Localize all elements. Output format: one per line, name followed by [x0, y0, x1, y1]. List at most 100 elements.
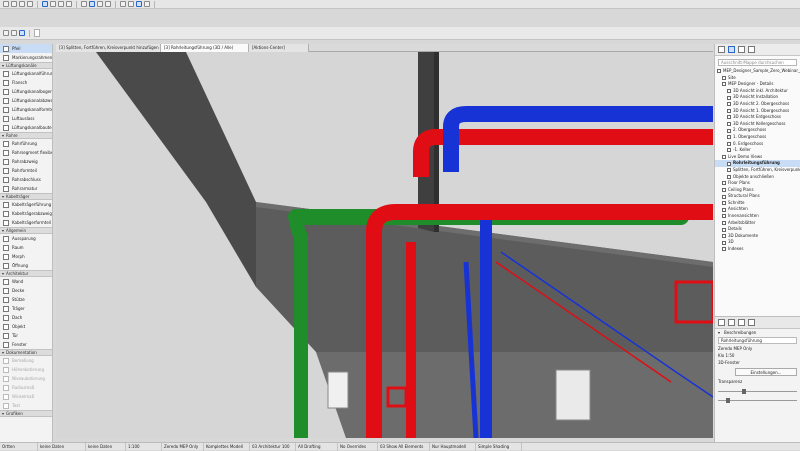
tool-item[interactable]: Morph	[0, 252, 52, 261]
marquee-icon[interactable]	[58, 1, 64, 7]
tool-item[interactable]: Öffnung	[0, 261, 52, 270]
tool-item[interactable]: Tür	[0, 331, 52, 340]
toolbox-group[interactable]: ▾ Grafiken	[0, 410, 52, 417]
zoom-icon[interactable]	[81, 1, 87, 7]
navigator-item[interactable]: Innenansichten	[715, 213, 800, 220]
tool-item[interactable]: Rohrführung	[0, 139, 52, 148]
settings-icon[interactable]	[128, 1, 134, 7]
navigator-item[interactable]: 3D Dokumente	[715, 233, 800, 240]
navigator-item[interactable]: Details	[715, 226, 800, 233]
tool-item[interactable]: Lüftungskanalbogen	[0, 87, 52, 96]
tool-item[interactable]: Lüftungskanalformteil	[0, 105, 52, 114]
tool-item[interactable]: Aussparung	[0, 234, 52, 243]
3d-viewport[interactable]	[56, 52, 713, 438]
navigator-item[interactable]: Live Demo Views	[715, 154, 800, 161]
navigator-item[interactable]: 3D Ansicht Kellergeschoss	[715, 121, 800, 128]
render-icon[interactable]	[136, 1, 142, 7]
navigator-item[interactable]: 3D Ansicht Installation	[715, 94, 800, 101]
grid-icon[interactable]	[11, 30, 17, 36]
navigator-item[interactable]: 2. Obergeschoss	[715, 127, 800, 134]
snap-icon[interactable]	[19, 30, 25, 36]
tool-item[interactable]: Lüftungskanalabzweig	[0, 96, 52, 105]
navigator-item[interactable]: Schnitte	[715, 200, 800, 207]
tool-item[interactable]: Träger	[0, 304, 52, 313]
tool-item[interactable]: Decke	[0, 286, 52, 295]
status-field[interactable]: Simple Shading	[476, 442, 522, 451]
tool-item[interactable]: Lüftungskanalbauteil	[0, 123, 52, 132]
status-field[interactable]: Ortten	[0, 442, 38, 451]
navigator-item[interactable]: Site	[715, 75, 800, 82]
navigator-item[interactable]: Splitten, Fortführen, Kreisverpunkt hinz…	[715, 167, 800, 174]
toolbox-group[interactable]: ▾ Rohre	[0, 132, 52, 139]
status-field[interactable]: Nur Hauptmodell	[430, 442, 476, 451]
navigator-item[interactable]: 3D Ansicht Erdgeschoss	[715, 114, 800, 121]
navigator-item[interactable]: Rohrleitungsführung	[715, 160, 800, 167]
tool-item[interactable]: Rohrsegment flexibel	[0, 148, 52, 157]
toolbox-group[interactable]: ▾ Allgemein	[0, 227, 52, 234]
tool-item[interactable]: Dach	[0, 313, 52, 322]
transparency-slider[interactable]	[718, 397, 797, 403]
navigator-item[interactable]: 1. Obergeschoss	[715, 134, 800, 141]
tool-item[interactable]: Luftauslass	[0, 114, 52, 123]
navigator-item[interactable]: Ceiling Plans	[715, 187, 800, 194]
navigator-item[interactable]: -1. Keller	[715, 147, 800, 154]
view-map-icon[interactable]	[728, 46, 735, 53]
pen-icon[interactable]	[120, 1, 126, 7]
navigator-item[interactable]: Ansichten	[715, 206, 800, 213]
tool-item[interactable]: Kabelträgerführung	[0, 200, 52, 209]
navigator-item[interactable]: 3D	[715, 239, 800, 246]
status-field[interactable]: 1:100	[126, 442, 162, 451]
view-tab[interactable]: [3] Splitten, Fortführen, Kreisverpunkt …	[56, 44, 161, 52]
tool-item[interactable]: Rohrabschluss	[0, 175, 52, 184]
navigator-item[interactable]: MEP Designer - Details	[715, 81, 800, 88]
tool-item[interactable]: Raum	[0, 243, 52, 252]
navigator-item[interactable]: 3D Ansicht inkl. Architektur	[715, 88, 800, 95]
redo-icon[interactable]	[27, 1, 33, 7]
tool-item[interactable]: Stütze	[0, 295, 52, 304]
tool-item[interactable]: Radiusmaß	[0, 383, 52, 392]
close-icon[interactable]	[748, 319, 755, 326]
view-tab[interactable]: [3] Rohrleitungsführung (3D / Alle)	[161, 44, 249, 52]
coordinate-field[interactable]	[34, 29, 40, 37]
tool-item[interactable]: Markierungsrahmen	[0, 53, 52, 62]
tool-item[interactable]: Pfeil	[0, 44, 52, 53]
snap-icon[interactable]	[105, 1, 111, 7]
save-icon[interactable]	[11, 1, 17, 7]
navigator-search[interactable]: Ausschnitt-Mappe durchsuchen	[718, 59, 797, 66]
publisher-icon[interactable]	[748, 46, 755, 53]
layout-book-icon[interactable]	[738, 46, 745, 53]
tool-item[interactable]: Rohrabzweig	[0, 157, 52, 166]
status-field[interactable]: Zeredo MEP Only	[162, 442, 204, 451]
navigator-item[interactable]: 0. Erdgeschoss	[715, 141, 800, 148]
navigator-item[interactable]: Arbeitsblätter	[715, 220, 800, 227]
grid-icon[interactable]	[738, 319, 745, 326]
tool-item[interactable]: Höhenkotierung	[0, 365, 52, 374]
status-field[interactable]: Komplettes Modell	[204, 442, 250, 451]
tool-item[interactable]: Wand	[0, 277, 52, 286]
navigator-item[interactable]: 3D Ansicht 1. Obergeschoss	[715, 108, 800, 115]
tool-item[interactable]: Objekt	[0, 322, 52, 331]
link-icon[interactable]	[728, 319, 735, 326]
tool-item[interactable]: Kabelträgerformteil	[0, 218, 52, 227]
open-icon[interactable]	[3, 1, 9, 7]
tool-item[interactable]: Winkelmaß	[0, 392, 52, 401]
navigator-item[interactable]: Structural Plans	[715, 193, 800, 200]
tool-item[interactable]: Lüftungskanalführung	[0, 69, 52, 78]
transparency-slider[interactable]	[718, 388, 797, 394]
status-field[interactable]: 03 Show All Elements	[378, 442, 430, 451]
toolbox-group[interactable]: ▾ Kabelträger	[0, 193, 52, 200]
tool-item[interactable]: Flansch	[0, 78, 52, 87]
help-icon[interactable]	[144, 1, 150, 7]
navigator-item[interactable]: Objekte anschließen	[715, 174, 800, 181]
undo-icon[interactable]	[19, 1, 25, 7]
tool-item[interactable]: Fenster	[0, 340, 52, 349]
navigator-item[interactable]: Floor Plans	[715, 180, 800, 187]
toolbox-group[interactable]: ▾ Lüftungskanäle	[0, 62, 52, 69]
status-field[interactable]: keine Daten	[38, 442, 86, 451]
navigator-item[interactable]: MEP_Designer_Sample_Zero_Webinar_MEP	[715, 68, 800, 75]
section-header[interactable]: ▾ Beschreibungen	[715, 329, 800, 336]
status-field[interactable]: 03 Architektur 100	[250, 442, 296, 451]
toolbox-group[interactable]: ▾ Dokumentation	[0, 349, 52, 356]
tool-item[interactable]: Rohrarmatur	[0, 184, 52, 193]
tool-item[interactable]: Rohrformteil	[0, 166, 52, 175]
